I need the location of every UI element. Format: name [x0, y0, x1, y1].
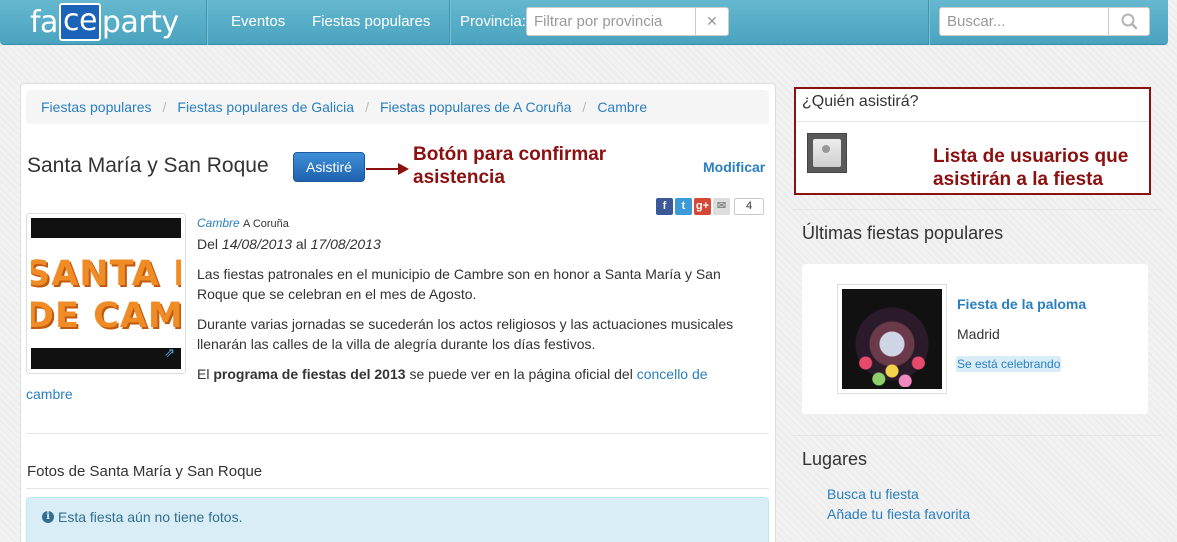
event-image-banner: SANTA MA DE CAMBR: [31, 238, 181, 348]
event-image-text-1: SANTA MA: [31, 254, 181, 294]
avatar-placeholder: [813, 139, 841, 167]
search-button[interactable]: [1108, 7, 1150, 36]
no-photos-text: Esta fiesta aún no tiene fotos.: [58, 509, 243, 525]
nav-divider: [928, 0, 929, 45]
photos-title: Fotos de Santa María y San Roque: [27, 463, 263, 480]
breadcrumb-a-coruna[interactable]: Fiestas populares de A Coruña: [380, 99, 571, 115]
places-title: Lugares: [802, 449, 868, 469]
email-icon[interactable]: ✉: [713, 198, 730, 215]
event-location: Cambre A Coruña: [197, 216, 289, 230]
top-navbar: fa ce party Eventos Fiestas populares Prov…: [0, 0, 1168, 45]
attend-annotation-line1: Botón para confirmar: [413, 144, 607, 165]
breadcrumb-galicia[interactable]: Fiestas populares de Galicia: [177, 99, 354, 115]
search-icon: [1121, 13, 1138, 30]
twitter-icon[interactable]: t: [675, 198, 692, 215]
latest-fiestas-title: Últimas fiestas populares: [802, 223, 1004, 243]
breadcrumb-separator: /: [365, 99, 369, 115]
no-photos-alert: i Esta fiesta aún no tiene fotos.: [26, 497, 769, 542]
divider: [792, 209, 1162, 210]
provincia-filter-input[interactable]: [526, 7, 696, 36]
divider: [26, 433, 769, 434]
modify-link[interactable]: Modificar: [703, 159, 765, 175]
divider: [792, 435, 1162, 436]
breadcrumb-cambre[interactable]: Cambre: [597, 99, 647, 115]
latest-fiesta-link[interactable]: Fiesta de la paloma: [957, 296, 1086, 312]
program-prefix: El: [197, 366, 210, 382]
search-input[interactable]: [939, 7, 1109, 36]
attend-button[interactable]: Asistiré: [293, 152, 365, 182]
info-icon: i: [42, 511, 54, 523]
add-fiesta-link[interactable]: Añade tu fiesta favorita: [827, 506, 970, 522]
provincia-label: Provincia:: [460, 13, 526, 30]
latest-fiesta-image[interactable]: [837, 284, 947, 394]
logo-text-pre: fa: [30, 4, 58, 40]
attend-annotation-line2: asistencia: [413, 167, 505, 188]
facebook-icon[interactable]: f: [656, 198, 673, 215]
event-title: Santa María y San Roque: [27, 154, 269, 177]
search-fiesta-link[interactable]: Busca tu fiesta: [827, 486, 919, 502]
program-middle: se puede ver en la página oficial del: [409, 366, 633, 382]
event-image[interactable]: SANTA MA DE CAMBR ⇗: [26, 213, 186, 374]
logo-text-post: party: [101, 4, 179, 40]
nav-divider: [449, 0, 450, 45]
event-description-2: Durante varias jornadas se sucederán los…: [197, 316, 734, 352]
event-image-text-2: DE CAMBR: [31, 296, 181, 336]
external-link-icon[interactable]: ⇗: [164, 345, 175, 361]
annotation-arrow: [366, 163, 409, 175]
breadcrumb-separator: /: [162, 99, 167, 115]
google-plus-icon[interactable]: g+: [694, 198, 711, 215]
event-dates: Del 14/08/2013 al 17/08/2013: [197, 236, 381, 252]
nav-fiestas-populares[interactable]: Fiestas populares: [312, 13, 430, 30]
location-link[interactable]: Cambre: [197, 216, 240, 230]
breadcrumb-fiestas-populares[interactable]: Fiestas populares: [41, 99, 152, 115]
attendees-annotation-line2: asistirán a la fiesta: [933, 169, 1104, 190]
attend-annotation: Botón para confirmar asistencia: [413, 143, 606, 189]
location-region: A Coruña: [243, 218, 289, 230]
faceparty-logo[interactable]: fa ce party: [30, 2, 179, 42]
nav-divider: [206, 0, 207, 45]
share-bar: f t g+ ✉ 4: [656, 198, 764, 215]
attendees-annotation-line1: Lista de usuarios que: [933, 146, 1129, 167]
event-description-1: Las fiestas patronales en el municipio d…: [197, 266, 721, 302]
date-connector: al: [295, 236, 307, 252]
logo-text-highlight: ce: [58, 3, 101, 41]
latest-fiesta-photo: [842, 289, 942, 389]
latest-fiesta-status: Se está celebrando: [956, 356, 1062, 372]
flowers-decoration: [848, 347, 936, 387]
breadcrumb: Fiestas populares / Fiestas populares de…: [26, 90, 769, 124]
clear-provincia-button[interactable]: ✕: [695, 7, 729, 36]
breadcrumb-separator: /: [582, 99, 587, 115]
date-start: 14/08/2013: [221, 236, 292, 252]
divider: [26, 488, 769, 489]
latest-fiesta-city: Madrid: [957, 326, 1000, 342]
nav-eventos[interactable]: Eventos: [231, 13, 285, 30]
program-bold: programa de fiestas del 2013: [213, 366, 406, 382]
divider: [796, 121, 1149, 122]
share-count: 4: [734, 198, 764, 215]
date-prefix: Del: [197, 236, 219, 252]
event-image-frame: SANTA MA DE CAMBR ⇗: [31, 218, 181, 369]
clear-icon: ✕: [706, 13, 718, 29]
date-end: 17/08/2013: [310, 236, 381, 252]
attendees-title: ¿Quién asistirá?: [802, 93, 919, 110]
event-program: El programa de fiestas del 2013 se puede…: [26, 364, 726, 404]
attendees-annotation: Lista de usuarios que asistirán a la fie…: [933, 145, 1128, 191]
user-avatar-icon[interactable]: [807, 133, 847, 173]
